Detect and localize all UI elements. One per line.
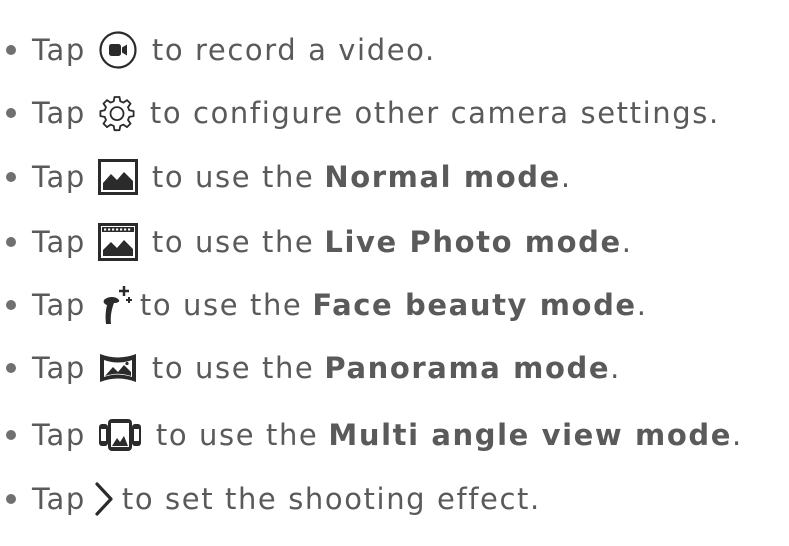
list-item: Tap to use the Panorama mode . bbox=[0, 343, 621, 393]
item-punctuation: . bbox=[610, 351, 621, 385]
tap-label: Tap bbox=[32, 160, 86, 194]
tap-label: Tap bbox=[32, 225, 86, 259]
item-text: to use the bbox=[151, 351, 315, 385]
bullet-icon bbox=[6, 45, 16, 55]
tap-label: Tap bbox=[32, 351, 86, 385]
bullet-icon bbox=[6, 430, 16, 440]
live-photo-icon bbox=[97, 223, 138, 261]
mode-name: Multi angle view mode bbox=[328, 418, 732, 452]
camera-instructions-list: Tap to record a video. Tap to configure … bbox=[0, 0, 789, 546]
bullet-icon bbox=[6, 237, 16, 247]
item-text: to use the bbox=[151, 160, 315, 194]
bullet-icon bbox=[6, 300, 16, 310]
mode-name: Normal mode bbox=[324, 160, 561, 194]
tap-label: Tap bbox=[32, 96, 86, 130]
item-text: to use the bbox=[155, 418, 319, 452]
tap-label: Tap bbox=[32, 418, 86, 452]
item-text: to record a video. bbox=[151, 33, 436, 67]
list-item: Tap to configure other camera settings. bbox=[0, 88, 720, 138]
item-text: to use the bbox=[139, 288, 303, 322]
mode-name: Live Photo mode bbox=[324, 225, 622, 259]
item-text: to set the shooting effect. bbox=[121, 482, 541, 516]
mode-name: Panorama mode bbox=[324, 351, 611, 385]
list-item: Tap to use the Live Photo mode . bbox=[0, 217, 633, 267]
item-punctuation: . bbox=[636, 288, 648, 322]
chevron-right-icon bbox=[94, 481, 114, 517]
tap-label: Tap bbox=[32, 482, 86, 516]
list-item: Tap to use the Multi angle view mode . bbox=[0, 410, 743, 460]
video-record-icon bbox=[98, 30, 138, 70]
face-beauty-icon bbox=[98, 284, 134, 326]
gear-icon bbox=[98, 94, 136, 132]
item-text: to configure other camera settings. bbox=[149, 96, 720, 130]
item-punctuation: . bbox=[560, 160, 572, 194]
item-punctuation: . bbox=[621, 225, 633, 259]
bullet-icon bbox=[6, 494, 16, 504]
panorama-icon bbox=[98, 351, 138, 385]
list-item: Tap to use the Face beauty mode . bbox=[0, 280, 648, 330]
list-item: Tap to set the shooting effect. bbox=[0, 474, 541, 524]
bullet-icon bbox=[6, 363, 16, 373]
tap-label: Tap bbox=[32, 288, 86, 322]
multi-angle-icon bbox=[98, 417, 142, 453]
bullet-icon bbox=[6, 108, 16, 118]
bullet-icon bbox=[6, 172, 16, 182]
mode-name: Face beauty mode bbox=[312, 288, 637, 322]
list-item: Tap to record a video. bbox=[0, 25, 436, 75]
item-text: to use the bbox=[151, 225, 315, 259]
list-item: Tap to use the Normal mode . bbox=[0, 152, 572, 202]
tap-label: Tap bbox=[32, 33, 86, 67]
normal-mode-icon bbox=[97, 159, 138, 195]
item-punctuation: . bbox=[731, 418, 743, 452]
